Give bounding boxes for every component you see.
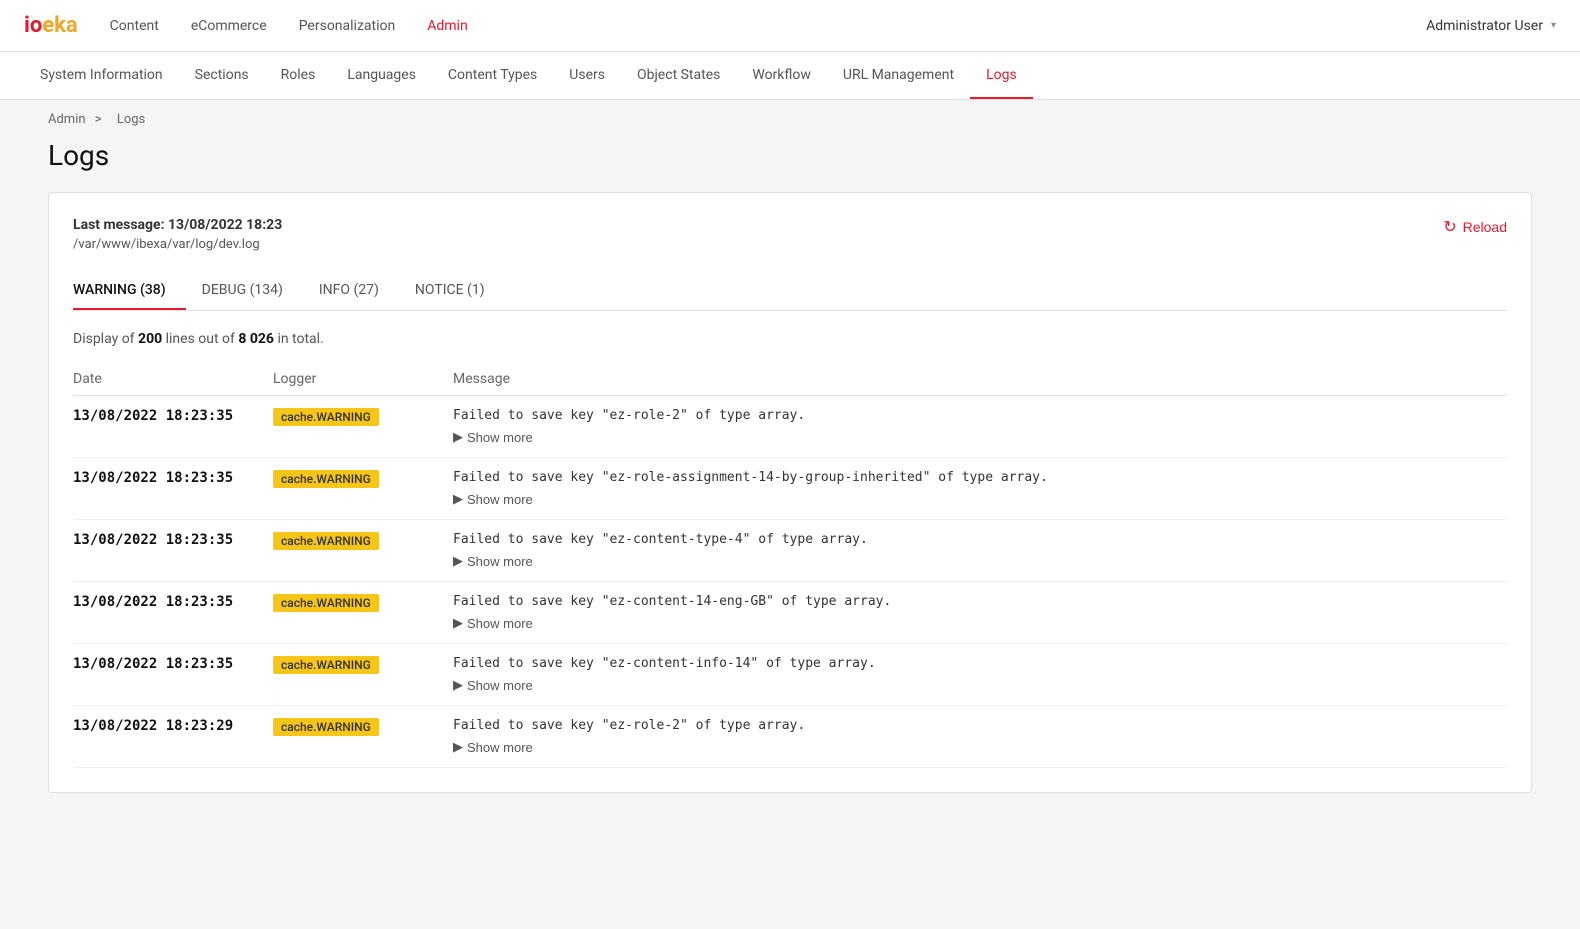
- col-header-date: Date: [73, 363, 273, 396]
- reload-label: Reload: [1463, 219, 1507, 235]
- display-mid: lines out of: [162, 331, 238, 347]
- log-message-text: Failed to save key "ez-content-14-eng-GB…: [453, 594, 1495, 609]
- subnav-url-management[interactable]: URL Management: [827, 52, 970, 99]
- log-date: 13/08/2022 18:23:35: [73, 396, 273, 458]
- log-badge: cache.WARNING: [273, 718, 379, 736]
- log-badge: cache.WARNING: [273, 408, 379, 426]
- top-nav-links: Content eCommerce Personalization Admin: [110, 14, 1426, 38]
- breadcrumb-current: Logs: [117, 112, 145, 127]
- reload-button[interactable]: ↻ Reload: [1443, 217, 1507, 237]
- col-header-logger: Logger: [273, 363, 453, 396]
- log-badge: cache.WARNING: [273, 470, 379, 488]
- log-badge: cache.WARNING: [273, 656, 379, 674]
- breadcrumb-separator: >: [95, 112, 102, 127]
- logo-io: io: [24, 13, 42, 38]
- breadcrumb-admin[interactable]: Admin: [48, 112, 86, 127]
- table-row: 13/08/2022 18:23:35 cache.WARNING Failed…: [73, 520, 1507, 582]
- table-row: 13/08/2022 18:23:35 cache.WARNING Failed…: [73, 644, 1507, 706]
- display-prefix: Display of: [73, 331, 138, 347]
- log-date: 13/08/2022 18:23:35: [73, 644, 273, 706]
- tab-warning[interactable]: WARNING (38): [73, 272, 186, 310]
- logo[interactable]: ioeka: [24, 13, 78, 38]
- show-more-button[interactable]: ▶ Show more: [453, 739, 533, 755]
- tab-info[interactable]: INFO (27): [319, 272, 399, 310]
- log-message-text: Failed to save key "ez-content-info-14" …: [453, 656, 1495, 671]
- sub-navigation: System Information Sections Roles Langua…: [0, 52, 1580, 100]
- log-message-cell: Failed to save key "ez-role-2" of type a…: [453, 706, 1507, 768]
- log-message-cell: Failed to save key "ez-role-2" of type a…: [453, 396, 1507, 458]
- log-message-text: Failed to save key "ez-role-assignment-1…: [453, 470, 1495, 485]
- table-row: 13/08/2022 18:23:35 cache.WARNING Failed…: [73, 582, 1507, 644]
- log-logger: cache.WARNING: [273, 520, 453, 582]
- page-title: Logs: [0, 139, 1580, 192]
- display-suffix: in total.: [274, 331, 324, 347]
- log-badge: cache.WARNING: [273, 594, 379, 612]
- main-content: Last message: 13/08/2022 18:23 /var/www/…: [48, 192, 1532, 793]
- display-info: Display of 200 lines out of 8 026 in tot…: [73, 331, 1507, 347]
- log-message-cell: Failed to save key "ez-content-info-14" …: [453, 644, 1507, 706]
- subnav-workflow[interactable]: Workflow: [736, 52, 827, 99]
- log-message-cell: Failed to save key "ez-content-type-4" o…: [453, 520, 1507, 582]
- subnav-object-states[interactable]: Object States: [621, 52, 736, 99]
- table-row: 13/08/2022 18:23:35 cache.WARNING Failed…: [73, 458, 1507, 520]
- reload-icon: ↻: [1443, 217, 1456, 237]
- log-logger: cache.WARNING: [273, 644, 453, 706]
- col-header-message: Message: [453, 363, 1507, 396]
- display-total: 8 026: [238, 331, 274, 347]
- tab-notice[interactable]: NOTICE (1): [415, 272, 505, 310]
- show-more-button[interactable]: ▶ Show more: [453, 615, 533, 631]
- log-logger: cache.WARNING: [273, 706, 453, 768]
- log-logger: cache.WARNING: [273, 458, 453, 520]
- subnav-logs[interactable]: Logs: [970, 52, 1033, 99]
- show-more-button[interactable]: ▶ Show more: [453, 491, 533, 507]
- log-meta: Last message: 13/08/2022 18:23 /var/www/…: [73, 217, 282, 252]
- log-message-cell: Failed to save key "ez-content-14-eng-GB…: [453, 582, 1507, 644]
- log-date: 13/08/2022 18:23:35: [73, 582, 273, 644]
- show-more-button[interactable]: ▶ Show more: [453, 677, 533, 693]
- breadcrumb: Admin > Logs: [0, 100, 1580, 139]
- table-row: 13/08/2022 18:23:29 cache.WARNING Failed…: [73, 706, 1507, 768]
- log-logger: cache.WARNING: [273, 396, 453, 458]
- log-date: 13/08/2022 18:23:35: [73, 458, 273, 520]
- log-date: 13/08/2022 18:23:35: [73, 520, 273, 582]
- nav-admin[interactable]: Admin: [427, 14, 467, 38]
- log-badge: cache.WARNING: [273, 532, 379, 550]
- subnav-users[interactable]: Users: [553, 52, 621, 99]
- subnav-content-types[interactable]: Content Types: [432, 52, 553, 99]
- log-message-text: Failed to save key "ez-role-2" of type a…: [453, 408, 1495, 423]
- chevron-down-icon: ▾: [1551, 20, 1556, 31]
- log-message-text: Failed to save key "ez-role-2" of type a…: [453, 718, 1495, 733]
- table-row: 13/08/2022 18:23:35 cache.WARNING Failed…: [73, 396, 1507, 458]
- display-count: 200: [138, 331, 162, 347]
- subnav-system-information[interactable]: System Information: [24, 52, 179, 99]
- logo-eka: eka: [42, 13, 77, 38]
- log-date: 13/08/2022 18:23:29: [73, 706, 273, 768]
- log-message-text: Failed to save key "ez-content-type-4" o…: [453, 532, 1495, 547]
- show-more-button[interactable]: ▶ Show more: [453, 429, 533, 445]
- subnav-roles[interactable]: Roles: [265, 52, 332, 99]
- show-more-button[interactable]: ▶ Show more: [453, 553, 533, 569]
- log-path: /var/www/ibexa/var/log/dev.log: [73, 237, 282, 252]
- nav-ecommerce[interactable]: eCommerce: [191, 14, 267, 38]
- nav-content[interactable]: Content: [110, 14, 159, 38]
- user-menu[interactable]: Administrator User ▾: [1426, 18, 1556, 34]
- top-navigation: ioeka Content eCommerce Personalization …: [0, 0, 1580, 52]
- subnav-sections[interactable]: Sections: [179, 52, 265, 99]
- tab-debug[interactable]: DEBUG (134): [202, 272, 303, 310]
- last-message: Last message: 13/08/2022 18:23: [73, 217, 282, 233]
- subnav-languages[interactable]: Languages: [331, 52, 432, 99]
- user-name: Administrator User: [1426, 18, 1543, 34]
- log-table: Date Logger Message 13/08/2022 18:23:35 …: [73, 363, 1507, 768]
- log-tabs: WARNING (38) DEBUG (134) INFO (27) NOTIC…: [73, 272, 1507, 311]
- nav-personalization[interactable]: Personalization: [299, 14, 396, 38]
- log-logger: cache.WARNING: [273, 582, 453, 644]
- log-message-cell: Failed to save key "ez-role-assignment-1…: [453, 458, 1507, 520]
- log-header: Last message: 13/08/2022 18:23 /var/www/…: [73, 217, 1507, 252]
